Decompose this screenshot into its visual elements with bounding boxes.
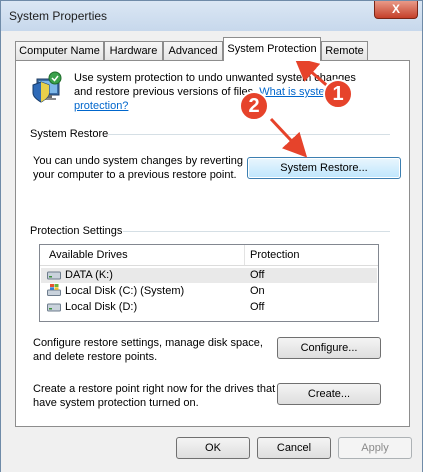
drive-protection: Off: [250, 269, 265, 281]
configure-button[interactable]: Configure...: [277, 337, 381, 359]
system-restore-description: You can undo system changes by reverting…: [33, 155, 243, 181]
tab-computer-name[interactable]: Computer Name: [15, 41, 104, 61]
tab-advanced[interactable]: Advanced: [163, 41, 223, 61]
table-row[interactable]: Local Disk (C:) (System) On: [41, 284, 377, 299]
protection-settings-title: Protection Settings: [30, 225, 123, 237]
drives-table: Available Drives Protection DATA (K:) Of…: [39, 244, 379, 322]
drive-icon: [47, 303, 61, 312]
drive-icon: [47, 271, 61, 280]
drive-name: DATA (K:): [65, 269, 113, 281]
drive-name: Local Disk (D:): [65, 301, 138, 313]
drive-protection: On: [250, 285, 265, 297]
annotation-badge-1: 1: [323, 79, 353, 109]
window-title: System Properties: [9, 9, 108, 23]
tab-remote[interactable]: Remote: [321, 41, 368, 61]
column-available-drives[interactable]: Available Drives: [49, 249, 128, 261]
title-bar: System Properties X: [1, 1, 422, 31]
system-restore-title: System Restore: [30, 128, 109, 140]
column-protection[interactable]: Protection: [250, 249, 300, 261]
system-restore-button[interactable]: System Restore...: [247, 157, 401, 179]
dialog-button-bar: OK Cancel Apply: [1, 429, 422, 472]
drive-protection: Off: [250, 301, 265, 313]
cancel-button[interactable]: Cancel: [257, 437, 331, 459]
drive-name: Local Disk (C:) (System): [65, 285, 185, 297]
ok-button[interactable]: OK: [176, 437, 250, 459]
table-row[interactable]: DATA (K:) Off: [41, 268, 377, 283]
system-properties-window: System Properties X Computer Name Hardwa…: [0, 0, 423, 472]
annotation-badge-2: 2: [239, 91, 269, 121]
table-row[interactable]: Local Disk (D:) Off: [41, 300, 377, 315]
tab-system-protection[interactable]: System Protection: [223, 37, 321, 61]
tab-hardware[interactable]: Hardware: [104, 41, 163, 61]
column-separator: [244, 245, 245, 265]
divider: [123, 231, 390, 232]
system-protection-icon: [32, 71, 62, 103]
divider: [108, 134, 390, 135]
table-header: Available Drives Protection: [40, 245, 378, 266]
close-button[interactable]: X: [374, 1, 418, 19]
create-description: Create a restore point right now for the…: [33, 383, 276, 409]
create-button[interactable]: Create...: [277, 383, 381, 405]
configure-description: Configure restore settings, manage disk …: [33, 337, 263, 363]
apply-button[interactable]: Apply: [338, 437, 412, 459]
windows-drive-icon: [47, 284, 61, 296]
